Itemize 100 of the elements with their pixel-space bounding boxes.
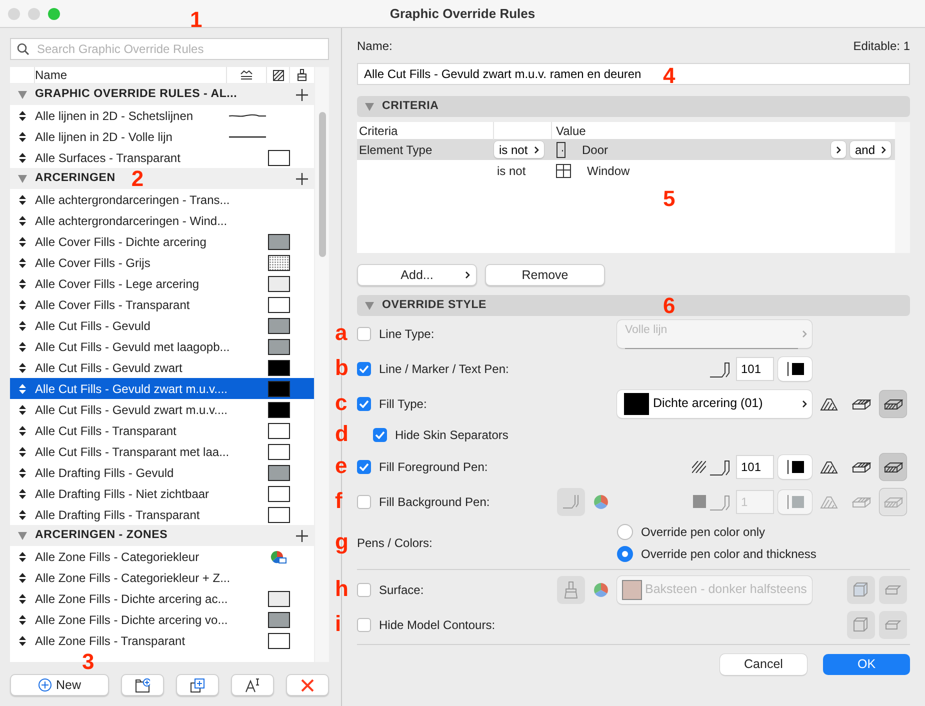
rename-button[interactable] xyxy=(231,674,274,696)
rule-row[interactable]: Alle Cut Fills - Gevuld xyxy=(10,315,314,336)
rule-row[interactable]: Alle Zone Fills - Categoriekleur + Z... xyxy=(10,567,314,588)
rule-row[interactable]: Alle Cut Fills - Transparant xyxy=(10,420,314,441)
reorder-arrows-icon[interactable] xyxy=(19,362,26,372)
disclosure-triangle-icon[interactable] xyxy=(18,174,27,182)
criteria-row[interactable]: is not Window xyxy=(357,160,895,181)
rule-row[interactable]: Alle achtergrondarceringen - Trans... xyxy=(10,189,314,210)
pen-number-field[interactable]: 101 xyxy=(736,356,774,380)
rule-row[interactable]: Alle Cover Fills - Transparant xyxy=(10,294,314,315)
reorder-arrows-icon[interactable] xyxy=(19,468,26,478)
callout-label: c xyxy=(335,391,348,414)
disclosure-triangle-icon[interactable] xyxy=(18,90,27,98)
rule-row[interactable]: Alle achtergrondarceringen - Wind... xyxy=(10,210,314,231)
checkbox[interactable] xyxy=(357,582,371,596)
reorder-arrows-icon[interactable] xyxy=(19,132,26,142)
reorder-arrows-icon[interactable] xyxy=(19,278,26,288)
reorder-arrows-icon[interactable] xyxy=(19,320,26,330)
checkbox[interactable] xyxy=(357,618,371,632)
fill-swatch xyxy=(268,150,290,166)
rule-row[interactable]: Alle Cover Fills - Dichte arcering xyxy=(10,231,314,252)
add-icon[interactable] xyxy=(296,530,308,542)
rule-row[interactable]: Alle Drafting Fills - Gevuld xyxy=(10,462,314,483)
checkbox[interactable] xyxy=(357,494,371,508)
disclosure-triangle-icon[interactable] xyxy=(18,532,27,540)
pen-color-button[interactable] xyxy=(778,356,812,380)
rule-row[interactable]: Alle Cut Fills - Gevuld zwart xyxy=(10,357,314,378)
view-toggle[interactable] xyxy=(879,488,907,516)
reorder-arrows-icon[interactable] xyxy=(19,300,26,310)
reorder-arrows-icon[interactable] xyxy=(19,446,26,456)
section-header[interactable]: ARCERINGEN - ZONES xyxy=(10,525,314,546)
rule-row[interactable]: Alle Cover Fills - Lege arcering xyxy=(10,273,314,294)
reorder-arrows-icon[interactable] xyxy=(19,488,26,498)
section-header[interactable]: ARCERINGEN 2 xyxy=(10,168,314,189)
section-header[interactable]: OVERRIDE STYLE 6 xyxy=(357,295,910,316)
rule-name: Alle Cut Fills - Gevuld zwart xyxy=(35,360,184,376)
rule-row[interactable]: Alle Cut Fills - Gevuld zwart m.u.v.... xyxy=(10,399,314,420)
checkbox[interactable] xyxy=(357,326,371,340)
criteria-row[interactable]: Element Type is not Door and xyxy=(357,139,895,160)
reorder-arrows-icon[interactable] xyxy=(19,404,26,414)
rule-row[interactable]: Alle Cut Fills - Transparant met laa... xyxy=(10,441,314,462)
section-header[interactable]: CRITERIA xyxy=(357,96,910,117)
reorder-arrows-icon[interactable] xyxy=(19,216,26,226)
scroll-bar[interactable] xyxy=(314,67,329,662)
reorder-arrows-icon[interactable] xyxy=(19,572,26,582)
rule-row[interactable]: Alle Surfaces - Transparant xyxy=(10,147,314,168)
rule-row[interactable]: Alle Zone Fills - Dichte arcering ac... xyxy=(10,588,314,609)
rule-row[interactable]: Alle Drafting Fills - Transparant xyxy=(10,504,314,525)
duplicate-button[interactable] xyxy=(176,674,219,696)
window-icon xyxy=(556,164,571,178)
reorder-arrows-icon[interactable] xyxy=(19,342,26,352)
checkbox[interactable] xyxy=(357,362,371,376)
add-icon[interactable] xyxy=(296,88,308,100)
value-menu-button[interactable] xyxy=(830,141,846,158)
rule-row[interactable]: Alle Cover Fills - Grijs xyxy=(10,252,314,273)
reorder-arrows-icon[interactable] xyxy=(19,194,26,204)
pen-color-button[interactable] xyxy=(778,454,812,478)
rule-row[interactable]: Alle lijnen in 2D - Volle lijn xyxy=(10,126,314,147)
reorder-arrows-icon[interactable] xyxy=(19,614,26,624)
add-button[interactable]: Add... xyxy=(357,264,477,286)
reorder-arrows-icon[interactable] xyxy=(19,236,26,246)
view-toggle[interactable] xyxy=(879,452,907,480)
rule-row[interactable]: Alle Cut Fills - Gevuld zwart m.u.v.... xyxy=(10,378,314,399)
new-folder-button[interactable] xyxy=(121,674,164,696)
reorder-arrows-icon[interactable] xyxy=(19,426,26,436)
checkbox[interactable] xyxy=(357,396,371,410)
checkbox[interactable] xyxy=(373,428,387,442)
reorder-arrows-icon[interactable] xyxy=(19,152,26,162)
surface-swatch xyxy=(622,580,642,600)
conjunction-dropdown[interactable]: and xyxy=(850,141,891,158)
reorder-arrows-icon[interactable] xyxy=(19,552,26,562)
rule-row[interactable]: Alle Zone Fills - Dichte arcering vo... xyxy=(10,609,314,630)
checkbox[interactable] xyxy=(357,460,371,474)
fill-type-dropdown[interactable]: Dichte arcering (01) xyxy=(617,390,812,418)
remove-button[interactable]: Remove xyxy=(485,264,605,286)
section-header[interactable]: GRAPHIC OVERRIDE RULES - AL... xyxy=(10,84,314,105)
reorder-arrows-icon[interactable] xyxy=(19,636,26,646)
new-button[interactable]: New xyxy=(10,674,109,696)
delete-button[interactable] xyxy=(286,674,329,696)
option-label: Line / Marker / Text Pen: xyxy=(379,360,509,378)
ok-button[interactable]: OK xyxy=(823,654,910,675)
reorder-arrows-icon[interactable] xyxy=(19,258,26,268)
rule-row[interactable]: Alle Drafting Fills - Niet zichtbaar xyxy=(10,483,314,504)
surface-name: Baksteen - donker halfsteens xyxy=(645,581,807,598)
reorder-arrows-icon[interactable] xyxy=(19,110,26,120)
rule-row[interactable]: Alle Zone Fills - Transparant xyxy=(10,630,314,651)
pen-number-field[interactable]: 101 xyxy=(736,454,774,478)
add-icon[interactable] xyxy=(296,172,308,184)
fill-swatch xyxy=(268,254,290,270)
rule-row[interactable]: Alle Zone Fills - Categoriekleur xyxy=(10,546,314,567)
cancel-button[interactable]: Cancel xyxy=(720,654,807,675)
rule-row[interactable]: Alle Cut Fills - Gevuld met laagopb... xyxy=(10,336,314,357)
radio-button[interactable] xyxy=(617,524,633,540)
radio-button[interactable] xyxy=(617,546,633,562)
reorder-arrows-icon[interactable] xyxy=(19,594,26,604)
rule-row[interactable]: Alle lijnen in 2D - Schetslijnen xyxy=(10,105,314,126)
view-toggle[interactable] xyxy=(879,390,907,418)
search-field[interactable]: Search Graphic Override Rules xyxy=(10,38,329,60)
reorder-arrows-icon[interactable] xyxy=(19,510,26,520)
operator-dropdown[interactable]: is not xyxy=(494,141,544,158)
